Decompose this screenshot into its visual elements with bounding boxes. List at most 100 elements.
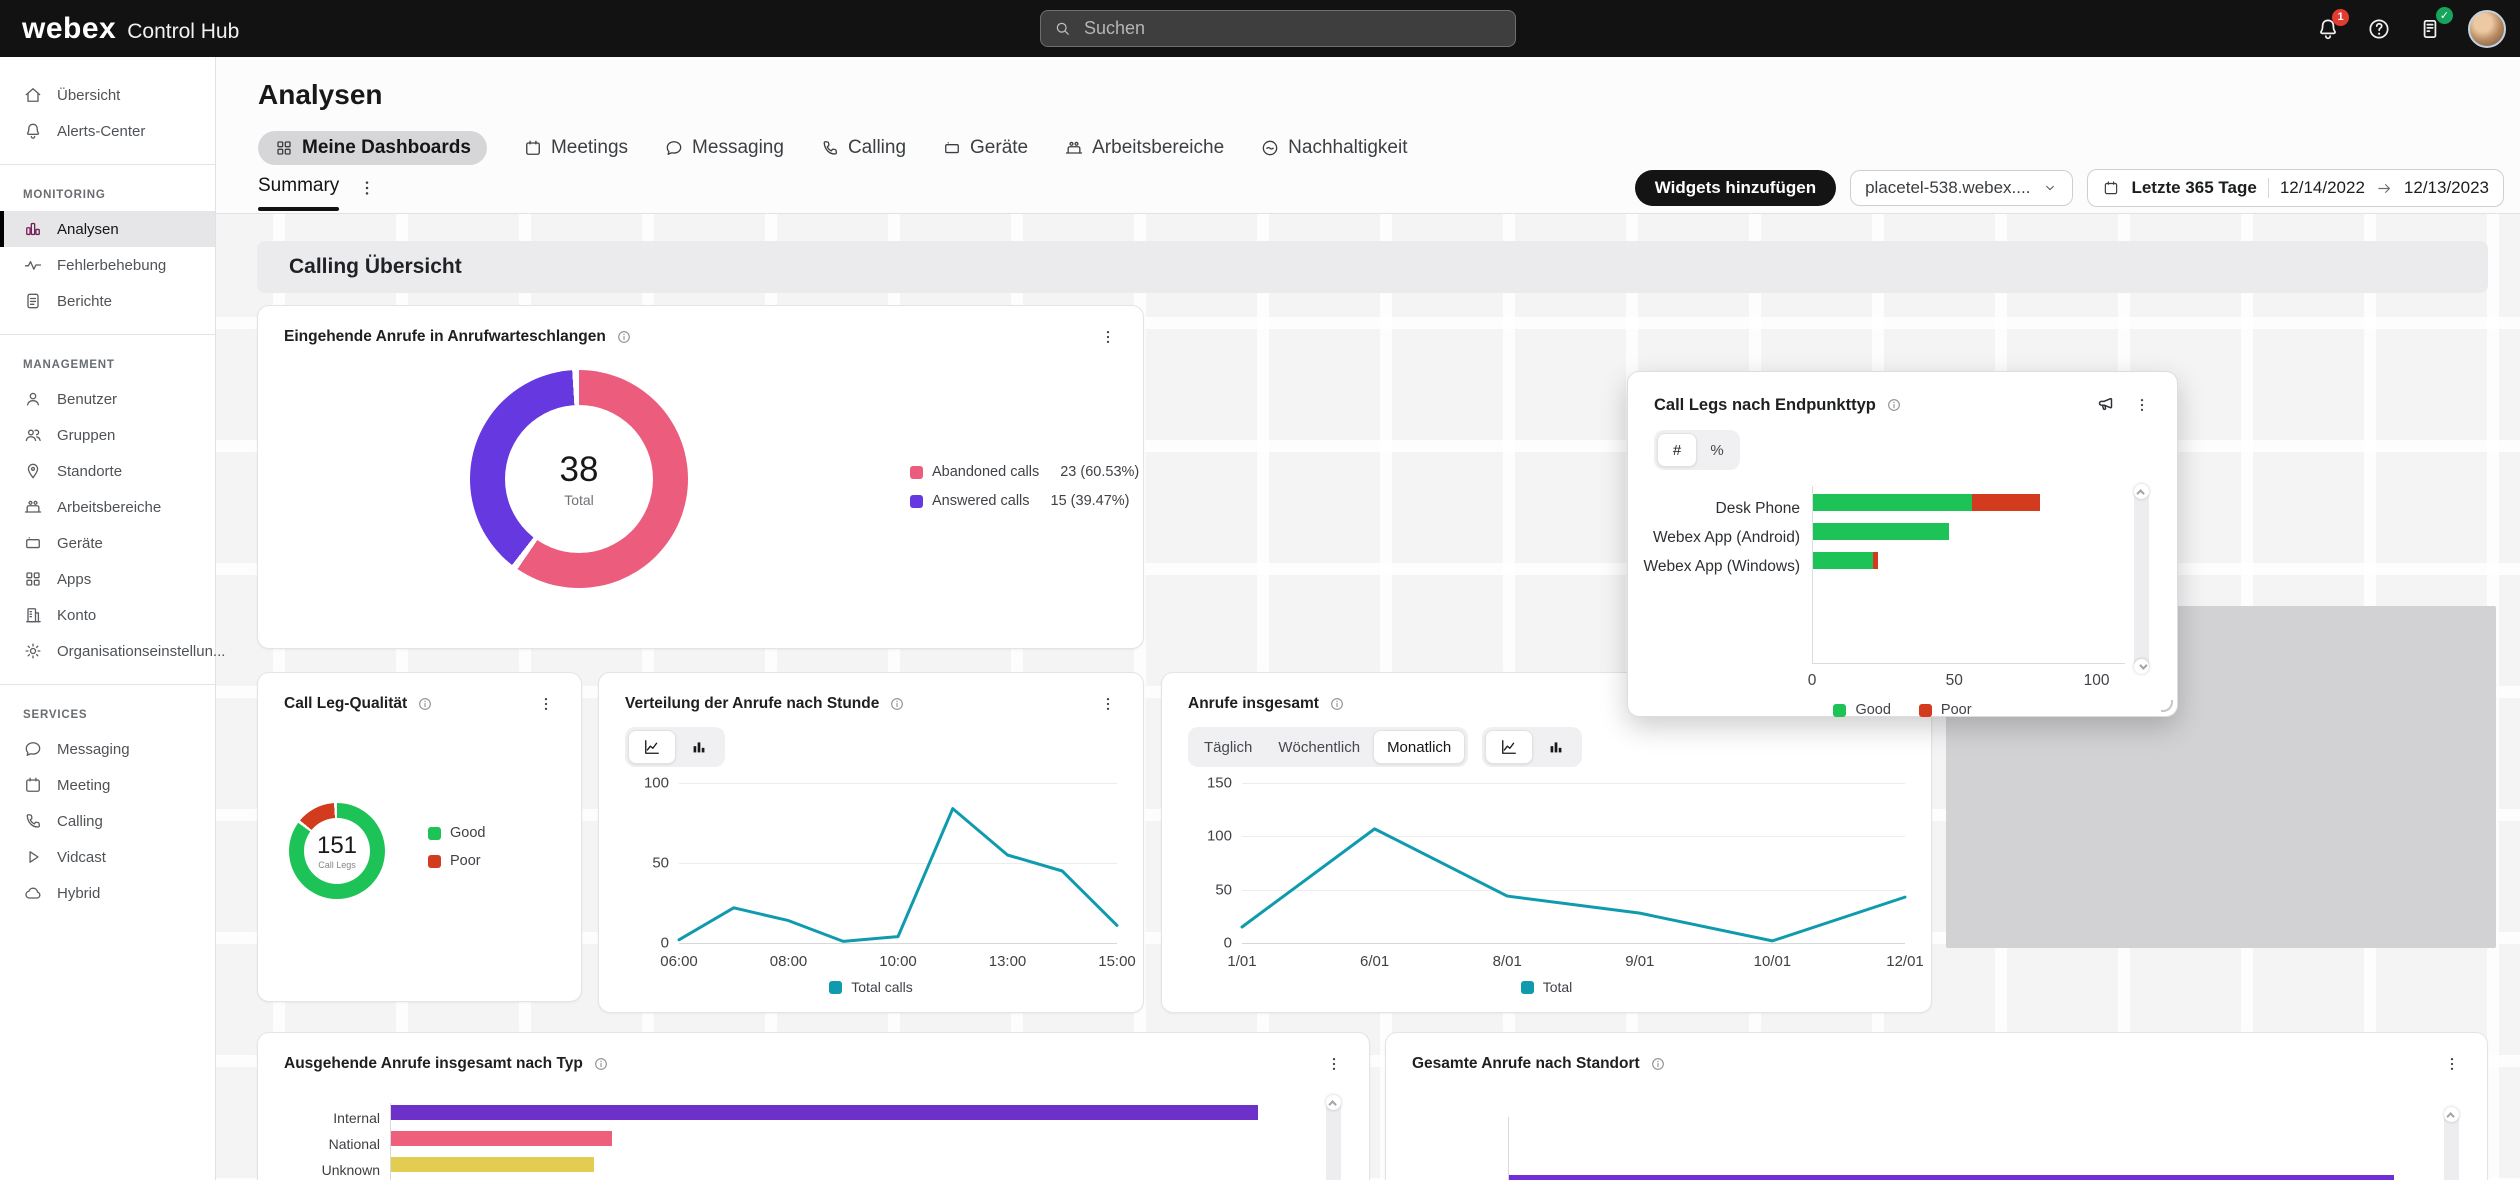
sidebar-item-label: Übersicht bbox=[57, 87, 120, 104]
info-icon[interactable] bbox=[1650, 1056, 1666, 1072]
tab-ger-te[interactable]: Geräte bbox=[942, 131, 1028, 165]
notifications-button[interactable]: 1 bbox=[2315, 16, 2341, 42]
device-icon bbox=[942, 138, 962, 158]
bar-value bbox=[1509, 1175, 2394, 1180]
chart-scrollbar[interactable] bbox=[2134, 486, 2149, 672]
sidebar-item-vidcast[interactable]: Vidcast bbox=[0, 839, 215, 875]
tab-meine-dashboards[interactable]: Meine Dashboards bbox=[258, 131, 487, 165]
toggle-weekly[interactable]: Wöchentlich bbox=[1265, 730, 1373, 764]
sidebar-item-label: Gruppen bbox=[57, 427, 115, 444]
chart-scrollbar[interactable] bbox=[2444, 1109, 2459, 1180]
sidebar-navigation: ÜbersichtAlerts-CenterMONITORINGAnalysen… bbox=[0, 57, 216, 1180]
sidebar-item-analysen[interactable]: Analysen bbox=[0, 211, 215, 247]
info-icon[interactable] bbox=[1329, 696, 1345, 712]
unit-toggle-count[interactable]: # bbox=[1657, 433, 1697, 467]
card-call-legs-by-endpoint[interactable]: Call Legs nach Endpunkttyp # % Desk Phon… bbox=[1627, 371, 2178, 717]
add-widgets-button[interactable]: Widgets hinzufügen bbox=[1635, 170, 1836, 206]
scroll-down-button[interactable] bbox=[2134, 659, 2149, 674]
toggle-monthly[interactable]: Monatlich bbox=[1373, 730, 1465, 764]
bar-chart-toggle[interactable] bbox=[676, 730, 722, 764]
bar-chart-toggle[interactable] bbox=[1533, 730, 1579, 764]
sidebar-item-label: Standorte bbox=[57, 463, 122, 480]
sidebar-item-hybrid[interactable]: Hybrid bbox=[0, 875, 215, 911]
calendar-icon bbox=[23, 775, 43, 795]
scroll-up-button[interactable] bbox=[2134, 484, 2149, 499]
play-icon bbox=[23, 847, 43, 867]
sidebar-item-calling[interactable]: Calling bbox=[0, 803, 215, 839]
tab-summary[interactable]: Summary bbox=[258, 175, 339, 211]
line-chart-toggle[interactable] bbox=[628, 730, 676, 764]
resize-handle[interactable] bbox=[2161, 700, 2173, 712]
card-menu-button[interactable] bbox=[2133, 396, 2151, 414]
scroll-up-button[interactable] bbox=[2444, 1107, 2459, 1122]
sidebar-item-label: Konto bbox=[57, 607, 96, 624]
toggle-daily[interactable]: Täglich bbox=[1191, 730, 1265, 764]
sidebar-item-organisationseinstellun[interactable]: Organisationseinstellun... bbox=[0, 633, 215, 669]
top-header-bar: webex Control Hub 1 ✓ bbox=[0, 0, 2520, 57]
card-menu-button[interactable] bbox=[2443, 1055, 2461, 1073]
info-icon[interactable] bbox=[417, 696, 433, 712]
tab-arbeitsbereiche[interactable]: Arbeitsbereiche bbox=[1064, 131, 1224, 165]
card-menu-button[interactable] bbox=[1325, 1055, 1343, 1073]
sidebar-item-arbeitsbereiche[interactable]: Arbeitsbereiche bbox=[0, 489, 215, 525]
sidebar-item-messaging[interactable]: Messaging bbox=[0, 731, 215, 767]
grid-icon bbox=[274, 138, 294, 158]
tab-messaging[interactable]: Messaging bbox=[664, 131, 784, 165]
bar-category-label: Desk Phone bbox=[1654, 494, 1812, 523]
legend-item-poor: Poor bbox=[1919, 702, 1972, 718]
home-icon bbox=[23, 85, 43, 105]
megaphone-icon[interactable] bbox=[2095, 394, 2117, 416]
tab-nachhaltigkeit[interactable]: Nachhaltigkeit bbox=[1260, 131, 1407, 165]
sidebar-item-fehlerbehebung[interactable]: Fehlerbehebung bbox=[0, 247, 215, 283]
summary-menu-button[interactable] bbox=[357, 178, 377, 198]
sidebar-item-benutzer[interactable]: Benutzer bbox=[0, 381, 215, 417]
sidebar-item-bersicht[interactable]: Übersicht bbox=[0, 77, 215, 113]
tab-meetings[interactable]: Meetings bbox=[523, 131, 628, 165]
webex-logo: webex Control Hub bbox=[22, 12, 239, 46]
system-status-button[interactable]: ✓ bbox=[2417, 16, 2443, 42]
dashboard-tab-row: Summary bbox=[258, 175, 377, 211]
sidebar-item-label: Benutzer bbox=[57, 391, 117, 408]
card-title: Verteilung der Anrufe nach Stunde bbox=[625, 695, 879, 713]
line-chart-toggle[interactable] bbox=[1485, 730, 1533, 764]
quality-donut-chart: 151Call Legs bbox=[289, 803, 385, 899]
chat-icon bbox=[23, 739, 43, 759]
tab-calling[interactable]: Calling bbox=[820, 131, 906, 165]
org-selector-dropdown[interactable]: placetel-538.webex.... bbox=[1850, 170, 2073, 206]
chat-icon bbox=[664, 138, 684, 158]
scroll-up-button[interactable] bbox=[1326, 1095, 1341, 1110]
donut-center-label: Total bbox=[564, 492, 594, 508]
info-icon[interactable] bbox=[593, 1056, 609, 1072]
unit-toggle-percent[interactable]: % bbox=[1697, 433, 1737, 467]
date-range-picker[interactable]: Letzte 365 Tage 12/14/2022 12/13/2023 bbox=[2087, 169, 2504, 207]
tab-label: Calling bbox=[848, 137, 906, 159]
sidebar-item-alerts-center[interactable]: Alerts-Center bbox=[0, 113, 215, 149]
info-icon[interactable] bbox=[616, 329, 632, 345]
tab-label: Nachhaltigkeit bbox=[1288, 137, 1407, 159]
card-menu-button[interactable] bbox=[1099, 328, 1117, 346]
card-menu-button[interactable] bbox=[1099, 695, 1117, 713]
info-icon[interactable] bbox=[889, 696, 905, 712]
tab-label: Arbeitsbereiche bbox=[1092, 137, 1224, 159]
unit-toggle: # % bbox=[1654, 430, 1740, 470]
user-avatar[interactable] bbox=[2468, 10, 2506, 48]
info-icon[interactable] bbox=[1886, 397, 1902, 413]
chart-scrollbar[interactable] bbox=[1326, 1097, 1341, 1180]
chart-type-toggle bbox=[625, 727, 725, 767]
arrow-right-icon bbox=[2376, 180, 2393, 197]
location-icon bbox=[23, 461, 43, 481]
global-search[interactable] bbox=[1040, 10, 1516, 47]
sidebar-item-standorte[interactable]: Standorte bbox=[0, 453, 215, 489]
sidebar-item-meeting[interactable]: Meeting bbox=[0, 767, 215, 803]
card-menu-button[interactable] bbox=[537, 695, 555, 713]
card-title: Ausgehende Anrufe insgesamt nach Typ bbox=[284, 1055, 583, 1073]
tab-label: Meetings bbox=[551, 137, 628, 159]
sidebar-item-berichte[interactable]: Berichte bbox=[0, 283, 215, 319]
endpoint-stacked-bar-chart: Desk PhoneWebex App (Android)Webex App (… bbox=[1654, 486, 2151, 718]
sidebar-item-ger-te[interactable]: Geräte bbox=[0, 525, 215, 561]
search-input[interactable] bbox=[1082, 17, 1503, 40]
help-button[interactable] bbox=[2366, 16, 2392, 42]
sidebar-item-konto[interactable]: Konto bbox=[0, 597, 215, 633]
sidebar-item-apps[interactable]: Apps bbox=[0, 561, 215, 597]
sidebar-item-gruppen[interactable]: Gruppen bbox=[0, 417, 215, 453]
